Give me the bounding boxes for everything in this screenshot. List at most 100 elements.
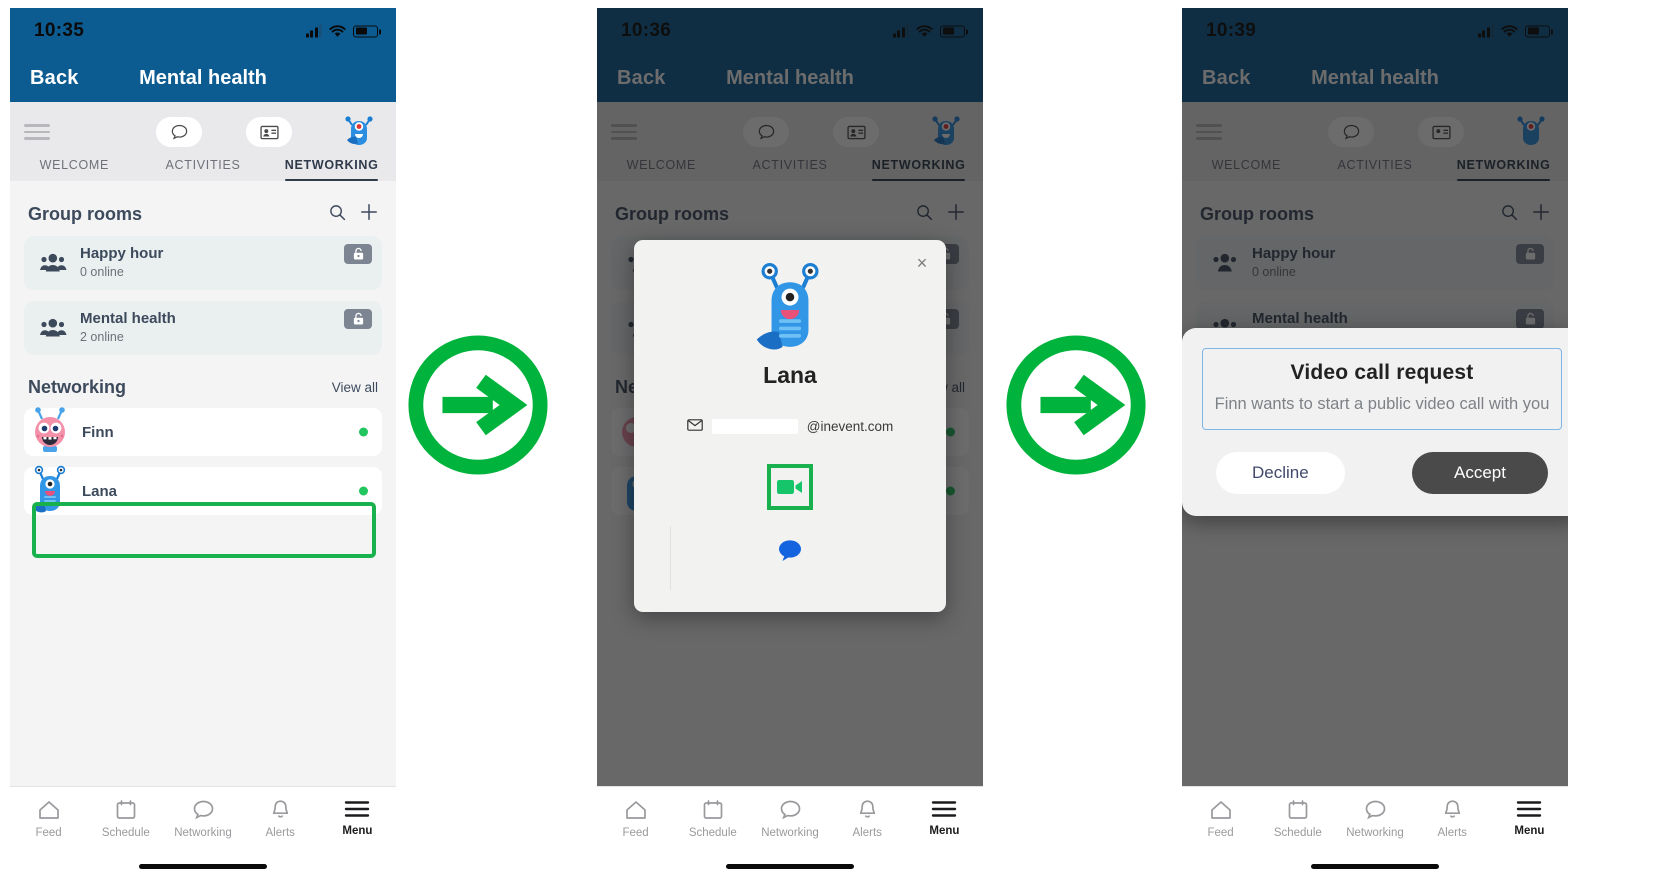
battery-icon [353,25,381,37]
tabbar-item-menu[interactable]: Menu [319,799,396,837]
call-request-message: Finn wants to start a public video call … [1214,395,1550,413]
tab-labels-row: WELCOME ACTIVITIES NETWORKING [10,154,396,181]
online-status-dot [359,486,368,496]
screenshot-stage: 10:35 Back Mental health WELCOME ACTIVIT… [0,0,1669,886]
email-domain: @inevent.com [806,419,894,434]
tabbar-label: Networking [1346,827,1404,839]
tabbar-label: Networking [174,827,232,839]
hamburger-icon [345,801,370,817]
search-icon[interactable] [329,204,346,226]
room-online-count: 2 online [80,330,124,345]
person-name: Finn [82,423,114,441]
tabbar-item-alerts[interactable]: Alerts [1414,799,1491,839]
room-online-count: 0 online [80,265,124,280]
tabbar-item-menu[interactable]: Menu [1491,799,1568,837]
nav-header: Back Mental health [10,54,396,102]
tabbar-item-feed[interactable]: Feed [597,799,674,839]
accept-button[interactable]: Accept [1412,452,1548,495]
group-people-icon [36,318,70,338]
list-item[interactable]: Finn [24,407,382,456]
call-request-title: Video call request [1290,361,1474,384]
person-name: Lana [82,482,118,500]
profile-name: Lana [763,362,817,388]
tab-icon-networking[interactable] [336,116,382,147]
home-icon [1210,801,1231,819]
tabbar-label: Menu [929,825,960,837]
tabbar-label: Alerts [265,827,295,839]
tab-activities[interactable]: ACTIVITIES [139,158,268,181]
table-row[interactable]: Happy hour 0 online [24,236,382,290]
call-request-actions: Decline Accept [1202,452,1562,495]
chat-bubble-filled-icon [779,540,801,561]
plus-icon[interactable] [360,203,378,226]
video-call-button[interactable] [767,464,813,510]
tabbar-label: Schedule [688,827,737,839]
chat-button[interactable] [776,538,804,568]
profile-email: @inevent.com [634,419,946,434]
phone-screen-3: 10:39 Back Mental health [1182,8,1568,878]
calendar-icon [703,800,723,819]
table-row[interactable]: Mental health 2 online [24,301,382,355]
view-all-link[interactable]: View all [332,380,378,395]
tabbar-item-networking[interactable]: Networking [751,799,828,839]
back-button[interactable]: Back [30,67,79,90]
call-request-message-box: Video call request Finn wants to start a… [1202,348,1562,431]
profile-modal: × Lana @inevent.com [634,240,946,612]
tabbar-label: Networking [761,827,819,839]
chat-bubble-icon [193,800,213,820]
tab-networking[interactable]: NETWORKING [267,158,396,181]
blue-monster-avatar [745,262,835,358]
bell-icon [1444,800,1460,818]
tabbar-label: Feed [35,827,62,839]
video-camera-icon [777,480,802,494]
tab-strip: WELCOME ACTIVITIES NETWORKING [10,102,396,181]
screen-content: Group rooms Happy hour 0 online Mental h… [10,203,396,878]
menu-hamburger-icon[interactable] [24,124,50,140]
tabbar-label: Schedule [1273,827,1322,839]
tabbar-item-networking[interactable]: Networking [1336,799,1413,839]
tabbar-item-networking[interactable]: Networking [164,799,241,839]
phone-screen-1: 10:35 Back Mental health WELCOME ACTIVIT… [10,8,396,878]
chat-bubble-icon [780,800,800,820]
hamburger-icon [932,801,957,817]
phone-screen-2: 10:36 Back Mental health [597,8,983,878]
bottom-tab-bar: Feed Schedule Networking Alerts Menu [597,786,983,878]
room-name: Happy hour [80,244,164,262]
tab-icon-welcome[interactable] [156,117,202,147]
calendar-icon [1288,800,1308,819]
group-rooms-header: Group rooms [28,203,378,226]
list-item[interactable]: Lana [24,465,382,517]
tabbar-item-feed[interactable]: Feed [10,799,87,839]
step-arrow-1 [404,331,552,479]
blue-monster-avatar [28,465,72,517]
networking-title: Networking [28,377,127,397]
group-people-icon [36,253,70,273]
tab-welcome[interactable]: WELCOME [10,158,139,181]
tabbar-label: Feed [1207,827,1234,839]
tabbar-item-schedule[interactable]: Schedule [674,799,751,839]
unlocked-icon[interactable] [344,244,372,264]
tabbar-item-schedule[interactable]: Schedule [1259,799,1336,839]
tabbar-item-schedule[interactable]: Schedule [87,799,164,839]
wifi-icon [329,25,346,38]
tabbar-item-menu[interactable]: Menu [906,799,983,837]
bottom-tab-bar: Feed Schedule Networking Alerts Menu [1182,786,1568,878]
tabbar-item-feed[interactable]: Feed [1182,799,1259,839]
decline-button[interactable]: Decline [1216,452,1345,495]
status-time: 10:35 [34,20,85,41]
home-indicator [726,864,854,869]
step-arrow-2 [1002,331,1150,479]
status-bar: 10:35 [10,8,396,54]
redacted-email-local-part [711,419,798,434]
status-indicators [305,24,381,38]
tab-icon-activities[interactable] [246,117,292,147]
home-icon [38,801,59,819]
tabbar-item-alerts[interactable]: Alerts [242,799,319,839]
tabbar-item-alerts[interactable]: Alerts [829,799,906,839]
unlocked-icon[interactable] [344,309,372,329]
tabbar-label: Feed [622,827,649,839]
close-icon[interactable]: × [911,252,933,274]
tabbar-label: Schedule [101,827,150,839]
chat-bubble-icon [1365,800,1385,820]
group-rooms-title: Group rooms [28,204,143,224]
